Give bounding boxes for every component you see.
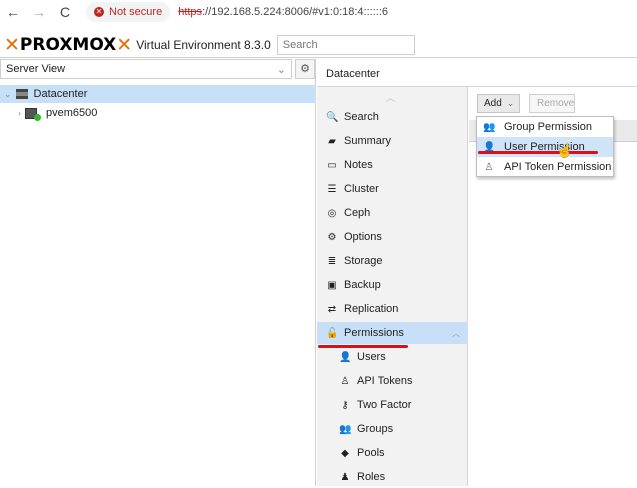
scroll-up-icon[interactable]: ︿ (386, 91, 395, 104)
menu-item-api-tokens[interactable]: ♙ API Tokens (317, 370, 468, 392)
menu-item-api-token-permission[interactable]: ♙ API Token Permission (477, 157, 613, 177)
tree-item-datacenter[interactable]: ⌄ Datacenter (0, 85, 316, 103)
key-icon: ⚷ (341, 399, 349, 411)
security-text: Not secure (109, 6, 163, 18)
menu-item-storage[interactable]: ≣ Storage (317, 250, 468, 272)
annotation-underline-permissions (318, 345, 408, 348)
add-button[interactable]: Add ⌄ (477, 94, 520, 113)
proxmox-logo: ✕ PROXMOX ✕ (4, 33, 133, 56)
security-badge[interactable]: ✕ Not secure (86, 2, 171, 22)
resource-tree-panel: Server View ⌄ ⚙ ⌄ Datacenter › pvem6500 (0, 59, 316, 486)
menu-item-roles[interactable]: ♟ Roles (317, 466, 468, 488)
datacenter-menu: ︿ 🔍 Search ▰ Summary ▭ Notes ☰ Cluster ◎ Ceph… (317, 87, 468, 486)
menu-item-groups[interactable]: 👥 Groups (317, 418, 468, 440)
url-rest: ://192.168.5.224:8006/#v1:0:18:4::::::6 (202, 6, 388, 18)
database-icon: ≣ (327, 255, 337, 267)
view-selector-value: Server View (6, 63, 66, 75)
menu-item-permissions[interactable]: 🔓 Permissions ︿ (317, 322, 468, 344)
app-header: ✕ PROXMOX ✕ Virtual Environment 8.3.0 (0, 32, 637, 58)
gear-icon[interactable]: ⚙ (295, 59, 315, 79)
server-icon: ☰ (327, 183, 337, 195)
chevron-down-icon: ⌄ (506, 98, 515, 108)
collapse-arrow-icon: ⌄ (4, 88, 12, 99)
header-search-input[interactable] (276, 34, 415, 55)
menu-item-replication[interactable]: ⇄ Replication (317, 298, 468, 320)
floppy-icon: ▣ (327, 279, 337, 291)
menu-item-options[interactable]: ⚙ Options (317, 226, 468, 248)
menu-item-backup[interactable]: ▣ Backup (317, 274, 468, 296)
address-bar[interactable]: https://192.168.5.224:8006/#v1:0:18:4:::… (178, 6, 388, 18)
menu-item-cluster[interactable]: ☰ Cluster (317, 178, 468, 200)
menu-item-ceph[interactable]: ◎ Ceph (317, 202, 468, 224)
gear-icon: ⚙ (327, 231, 337, 243)
annotation-underline-user-permission (478, 151, 598, 154)
remove-button[interactable]: Remove (529, 94, 575, 113)
user-icon: 👤 (339, 351, 352, 363)
product-title: Virtual Environment 8.3.0 (136, 37, 271, 52)
browser-toolbar: ← → C ✕ Not secure https://192.168.5.224… (0, 0, 637, 24)
tree-item-node[interactable]: › pvem6500 (18, 105, 97, 121)
tree-item-label: pvem6500 (46, 107, 98, 119)
search-icon: 🔍 (326, 111, 339, 123)
menu-item-user-permission[interactable]: 👤 User Permission (477, 137, 613, 157)
tree-item-label: Datacenter (33, 88, 88, 100)
permissions-toolbar: Add ⌄ Remove (469, 87, 637, 119)
user-outline-icon: ♙ (340, 375, 350, 387)
url-scheme: https (178, 6, 203, 18)
chevron-down-icon: ⌄ (276, 64, 286, 76)
reload-icon[interactable]: C (52, 4, 78, 20)
users-icon: 👥 (483, 121, 496, 133)
ceph-icon: ◎ (327, 207, 337, 219)
retweet-icon: ⇄ (327, 303, 337, 315)
unlock-icon: 🔓 (326, 327, 339, 339)
notes-icon: ▭ (327, 159, 337, 171)
collapse-caret-icon: ︿ (452, 328, 460, 338)
menu-item-notes[interactable]: ▭ Notes (317, 154, 468, 176)
male-icon: ♟ (340, 471, 350, 483)
menu-item-pools[interactable]: ◆ Pools (317, 442, 468, 464)
server-online-icon (25, 107, 41, 121)
add-dropdown-menu: 👥 Group Permission 👤 User Permission ♙ API … (476, 116, 614, 177)
menu-item-users[interactable]: 👤 Users (317, 346, 468, 368)
user-outline-icon: ♙ (484, 161, 494, 173)
datacenter-icon (15, 89, 28, 99)
warning-icon: ✕ (94, 7, 104, 17)
forward-icon[interactable]: → (26, 4, 52, 20)
menu-item-group-permission[interactable]: 👥 Group Permission (477, 117, 613, 137)
menu-item-search[interactable]: 🔍 Search (317, 106, 468, 128)
breadcrumb: Datacenter (317, 59, 637, 87)
expand-arrow-icon: › (18, 108, 21, 118)
hand-cursor-icon: ☝ (556, 142, 574, 158)
view-selector[interactable]: Server View ⌄ (0, 59, 292, 79)
back-icon[interactable]: ← (0, 4, 26, 20)
tag-icon: ◆ (341, 447, 349, 459)
users-icon: 👥 (339, 423, 352, 435)
book-icon: ▰ (328, 135, 336, 147)
menu-item-two-factor[interactable]: ⚷ Two Factor (317, 394, 468, 416)
menu-item-summary[interactable]: ▰ Summary (317, 130, 468, 152)
